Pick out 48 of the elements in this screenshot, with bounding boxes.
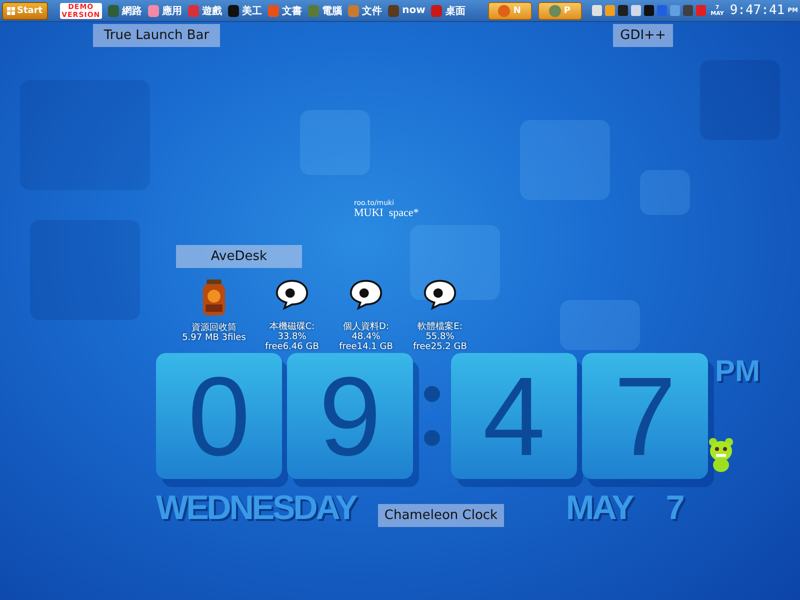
drive-free: free14.1 GB: [339, 342, 393, 352]
tray-icon[interactable]: [682, 5, 693, 16]
widget-label: AveDesk: [176, 245, 302, 268]
tray-icon[interactable]: [604, 5, 615, 16]
launch-item[interactable]: 美工: [228, 4, 262, 18]
drive-usage: 55.8%: [426, 332, 454, 342]
tray-icon[interactable]: [630, 5, 641, 16]
drive-usage: 48.4%: [352, 332, 380, 342]
clock-month: MAY: [566, 489, 634, 528]
widget-label: GDI++: [613, 24, 673, 47]
wallpaper-square: [300, 110, 370, 175]
clock-day: 7: [666, 489, 683, 528]
clock-ampm: PM: [715, 355, 760, 389]
drive-name: 本機磁碟C:: [269, 322, 315, 332]
speech-bubble-icon[interactable]: [275, 278, 309, 310]
tray-icon[interactable]: [592, 5, 602, 16]
drive-name: 個人資料D:: [343, 322, 389, 332]
launch-item[interactable]: 遊戲: [188, 4, 222, 18]
taskbar-time: 9:47:41: [730, 3, 785, 18]
launch-item[interactable]: 電腦: [308, 4, 342, 18]
clock-digit: 4: [451, 353, 577, 479]
windows-logo-icon: [7, 6, 15, 14]
clock-weekday: WEDNESDAY: [156, 489, 356, 528]
drive-usage: 33.8%: [278, 332, 306, 342]
creature-icon: [708, 437, 734, 473]
recycle-bin-info: 5.97 MB 3files: [182, 333, 246, 343]
recycle-bin-name: 資源回收筒: [192, 323, 236, 333]
tray-icon[interactable]: [618, 5, 628, 16]
launch-item[interactable]: 文件: [348, 4, 382, 18]
clock-digit: 9: [287, 353, 413, 479]
speech-bubble-icon[interactable]: [349, 278, 383, 310]
wallpaper-square: [640, 170, 690, 215]
clock-digit: 7: [582, 353, 708, 479]
drive-free: free25.2 GB: [413, 342, 467, 352]
signature-text: MUKI space*: [354, 207, 419, 219]
launch-item[interactable]: 網路: [108, 4, 142, 18]
widget-label: Chameleon Clock: [378, 504, 504, 527]
launch-item[interactable]: 應用: [148, 4, 182, 18]
widget-label: True Launch Bar: [93, 24, 220, 47]
clock-digit: 0: [156, 353, 282, 479]
drive-free: free6.46 GB: [265, 342, 319, 352]
start-button[interactable]: Start: [2, 2, 48, 20]
drive-name: 軟體檔案E:: [418, 322, 462, 332]
tray-icon[interactable]: [644, 5, 654, 16]
launch-item[interactable]: 文書: [268, 4, 302, 18]
launch-item[interactable]: now: [388, 4, 426, 16]
speech-bubble-icon[interactable]: [423, 278, 457, 310]
launch-item[interactable]: 桌面: [431, 4, 466, 18]
